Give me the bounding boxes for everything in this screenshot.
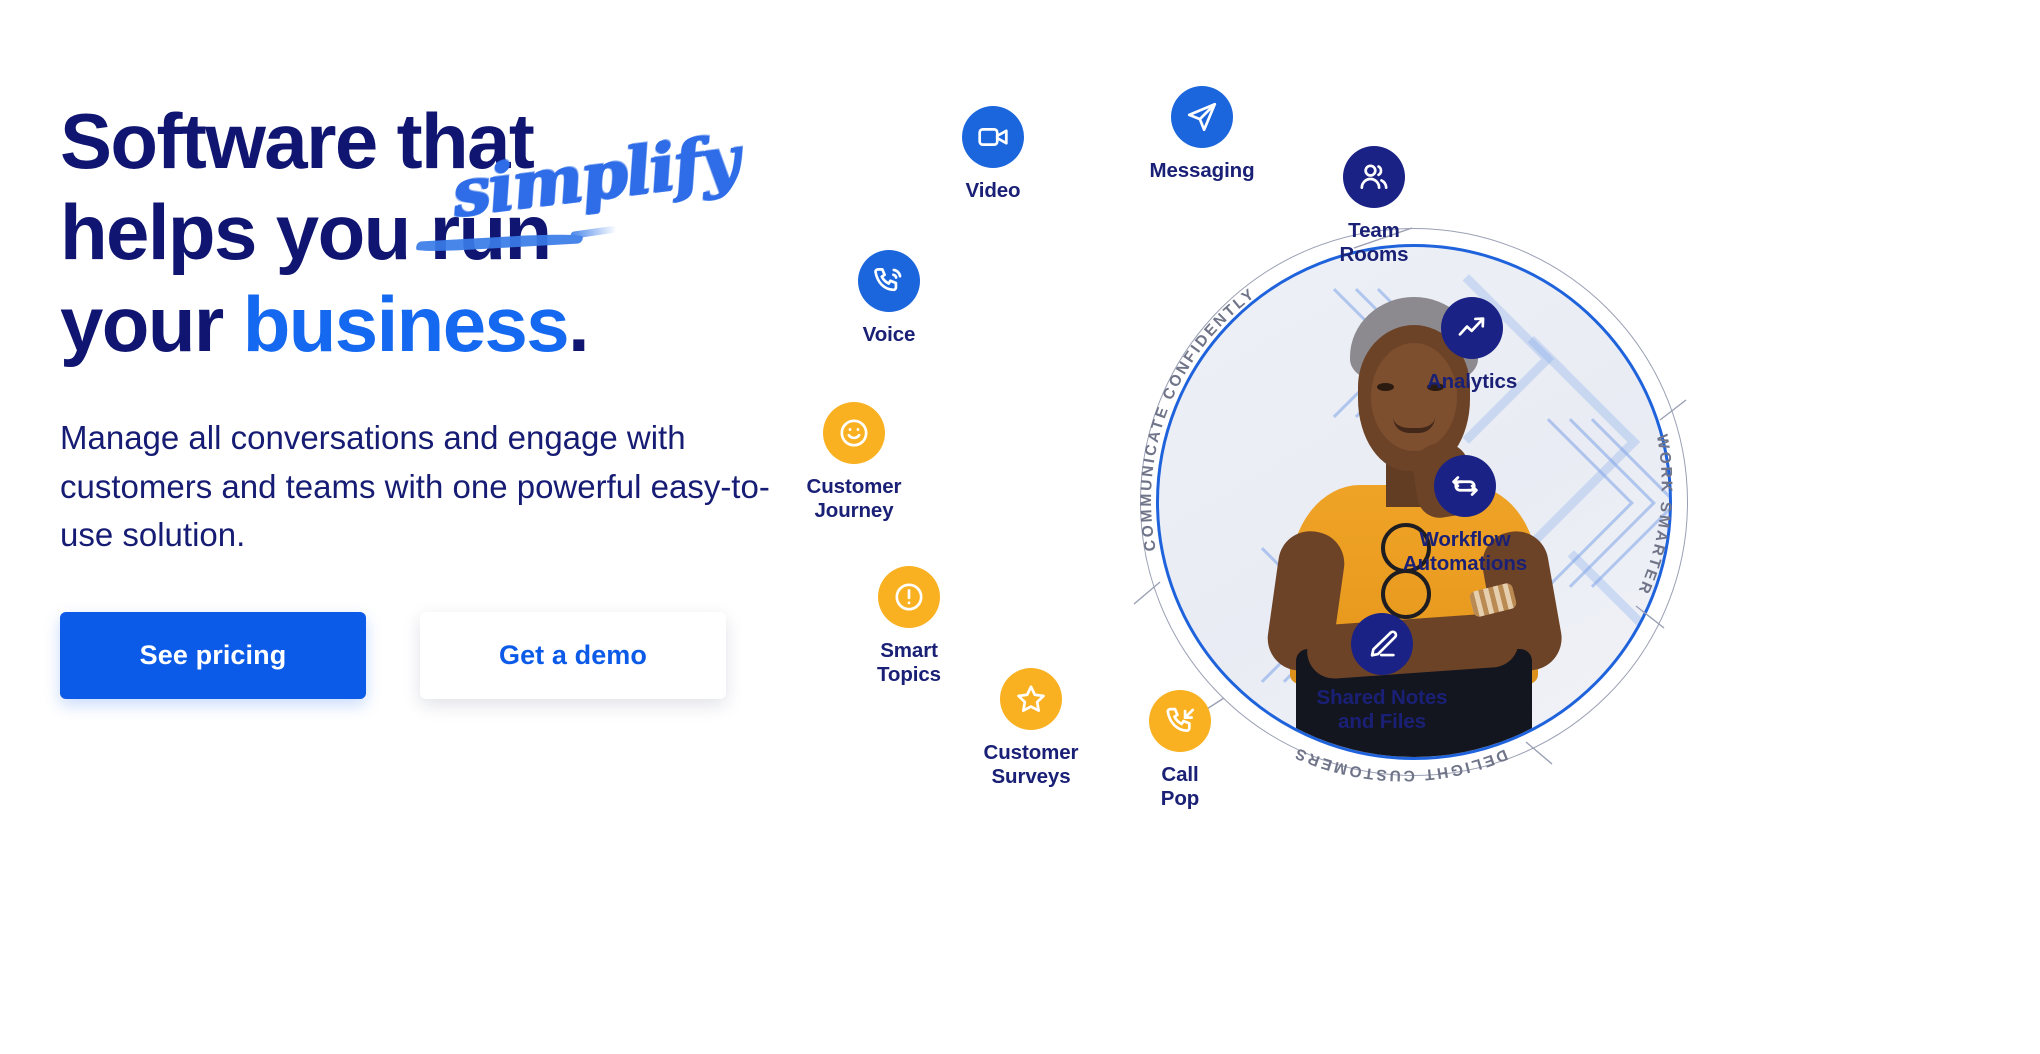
headline-line-3: your business.: [60, 279, 880, 370]
feature-wheel-diagram: COMMUNICATE CONFIDENTLY WORK SMARTER DEL…: [807, 0, 2040, 1054]
feature-node-customer-journey[interactable]: Customer Journey: [759, 402, 949, 523]
headline-line-2-prefix: helps you: [60, 188, 430, 277]
feature-node-label: Workflow Automations: [1402, 528, 1528, 575]
headline-line-3-prefix: your: [60, 279, 243, 368]
feature-node-workflow-automations[interactable]: Workflow Automations: [1370, 455, 1560, 576]
feature-node-label: Smart Topics: [877, 639, 941, 686]
feature-node-analytics[interactable]: Analytics: [1377, 297, 1567, 394]
cta-button-row: See pricing Get a demo: [60, 612, 880, 700]
feature-node-label: Messaging: [1149, 159, 1255, 182]
headline-line-1-text: Software that: [60, 97, 535, 185]
feature-node-team-rooms[interactable]: Team Rooms: [1279, 146, 1469, 267]
hero-section: Software that helps you run your busines…: [0, 0, 2040, 1054]
feature-node-label: Team Rooms: [1339, 219, 1409, 266]
feature-node-label: Customer Surveys: [983, 741, 1079, 788]
phone-ring-icon: [858, 250, 920, 312]
headline-period: .: [568, 279, 590, 368]
headline-line-1: Software that: [60, 96, 880, 187]
feature-node-label: Analytics: [1426, 370, 1518, 393]
feature-node-voice[interactable]: Voice: [794, 250, 984, 347]
get-a-demo-button[interactable]: Get a demo: [420, 612, 726, 700]
feature-node-smart-topics[interactable]: Smart Topics: [814, 566, 1004, 687]
incoming-call-icon: [1149, 690, 1211, 752]
feature-node-video[interactable]: Video: [898, 106, 1088, 203]
hero-copy: Software that helps you run your busines…: [60, 96, 880, 700]
video-camera-icon: [962, 106, 1024, 168]
feature-node-label: Customer Journey: [806, 475, 902, 522]
paper-plane-icon: [1171, 86, 1233, 148]
people-icon: [1343, 146, 1405, 208]
hero-subcopy: Manage all conversations and engage with…: [60, 418, 770, 554]
headline-accent-word: business: [242, 279, 570, 368]
feature-node-label: Voice: [862, 323, 916, 346]
headline-struck-word-text: run: [429, 188, 552, 277]
feature-node-messaging[interactable]: Messaging: [1107, 86, 1297, 183]
feature-node-shared-notes-and-files[interactable]: Shared Notes and Files: [1287, 613, 1477, 734]
headline-line-2: helps you run: [60, 187, 880, 278]
feature-node-label: Video: [965, 179, 1021, 202]
page-title: Software that helps you run your busines…: [60, 96, 880, 370]
refresh-loop-icon: [1434, 455, 1496, 517]
star-icon: [1000, 668, 1062, 730]
smiley-icon: [823, 402, 885, 464]
alert-circle-icon: [878, 566, 940, 628]
headline-struck-word: run: [415, 187, 583, 278]
trend-up-icon: [1441, 297, 1503, 359]
see-pricing-button[interactable]: See pricing: [60, 612, 366, 700]
pencil-icon: [1351, 613, 1413, 675]
feature-node-label: Shared Notes and Files: [1316, 686, 1448, 733]
